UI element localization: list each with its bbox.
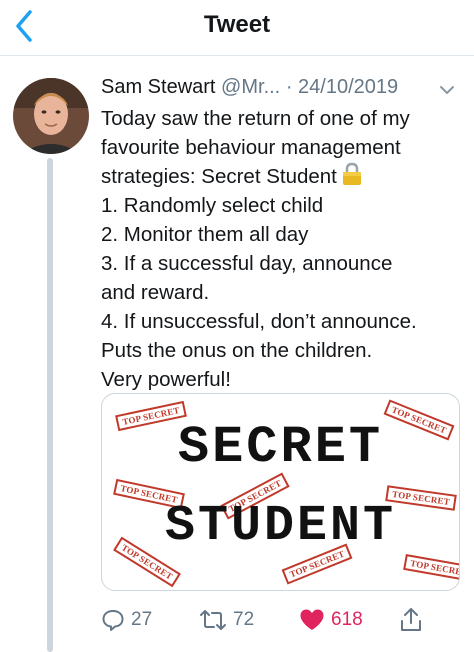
author-name[interactable]: Sam Stewart (101, 76, 215, 98)
retweet-count: 72 (233, 609, 255, 630)
navigation-bar: Tweet (0, 0, 474, 56)
tweet-image[interactable]: TOP SECRET TOP SECRET TOP SECRET TOP SEC… (101, 393, 460, 591)
tweet-date[interactable]: 24/10/2019 (298, 76, 398, 98)
text-line: Puts the onus on the children. (101, 339, 373, 362)
share-icon (401, 608, 421, 631)
text-line: and reward. (101, 281, 210, 304)
thread-line (47, 158, 53, 652)
text-line: 4. If unsuccessful, don’t announce. (101, 310, 417, 333)
text-line: strategies: Secret Student (101, 165, 337, 188)
chevron-down-icon[interactable] (437, 80, 457, 100)
image-text-student: STUDENT (164, 498, 397, 555)
text-line: 1. Randomly select child (101, 194, 324, 217)
tweet-actions: 27 72 618 (101, 600, 473, 640)
tweet-header: Sam Stewart @Mr... · 24/10/2019 (101, 76, 473, 104)
tweet-text: Today saw the return of one of my favour… (101, 104, 471, 394)
author-handle[interactable]: @Mr... (221, 76, 280, 98)
text-line: 2. Monitor them all day (101, 223, 309, 246)
retweet-button[interactable]: 72 (199, 600, 254, 640)
reply-icon (102, 610, 124, 631)
share-button[interactable] (399, 600, 423, 640)
like-count: 618 (331, 609, 363, 630)
text-line: Very powerful! (101, 368, 231, 391)
like-button[interactable]: 618 (299, 600, 363, 640)
top-secret-stamp: TOP SECRET (403, 554, 459, 582)
separator: · (285, 76, 293, 98)
reply-button[interactable]: 27 (101, 600, 152, 640)
text-line: Today saw the return of one of my (101, 107, 410, 130)
retweet-icon (200, 610, 226, 630)
avatar[interactable] (13, 78, 89, 154)
heart-icon (300, 609, 324, 630)
text-line-with-lock: strategies: Secret Student (101, 162, 471, 191)
text-line: 3. If a successful day, announce (101, 252, 393, 275)
lock-icon (342, 162, 361, 185)
reply-count: 27 (131, 609, 153, 630)
image-text-secret: SECRET (177, 418, 384, 477)
page-title: Tweet (203, 11, 271, 38)
text-line: favourite behaviour management (101, 136, 401, 159)
